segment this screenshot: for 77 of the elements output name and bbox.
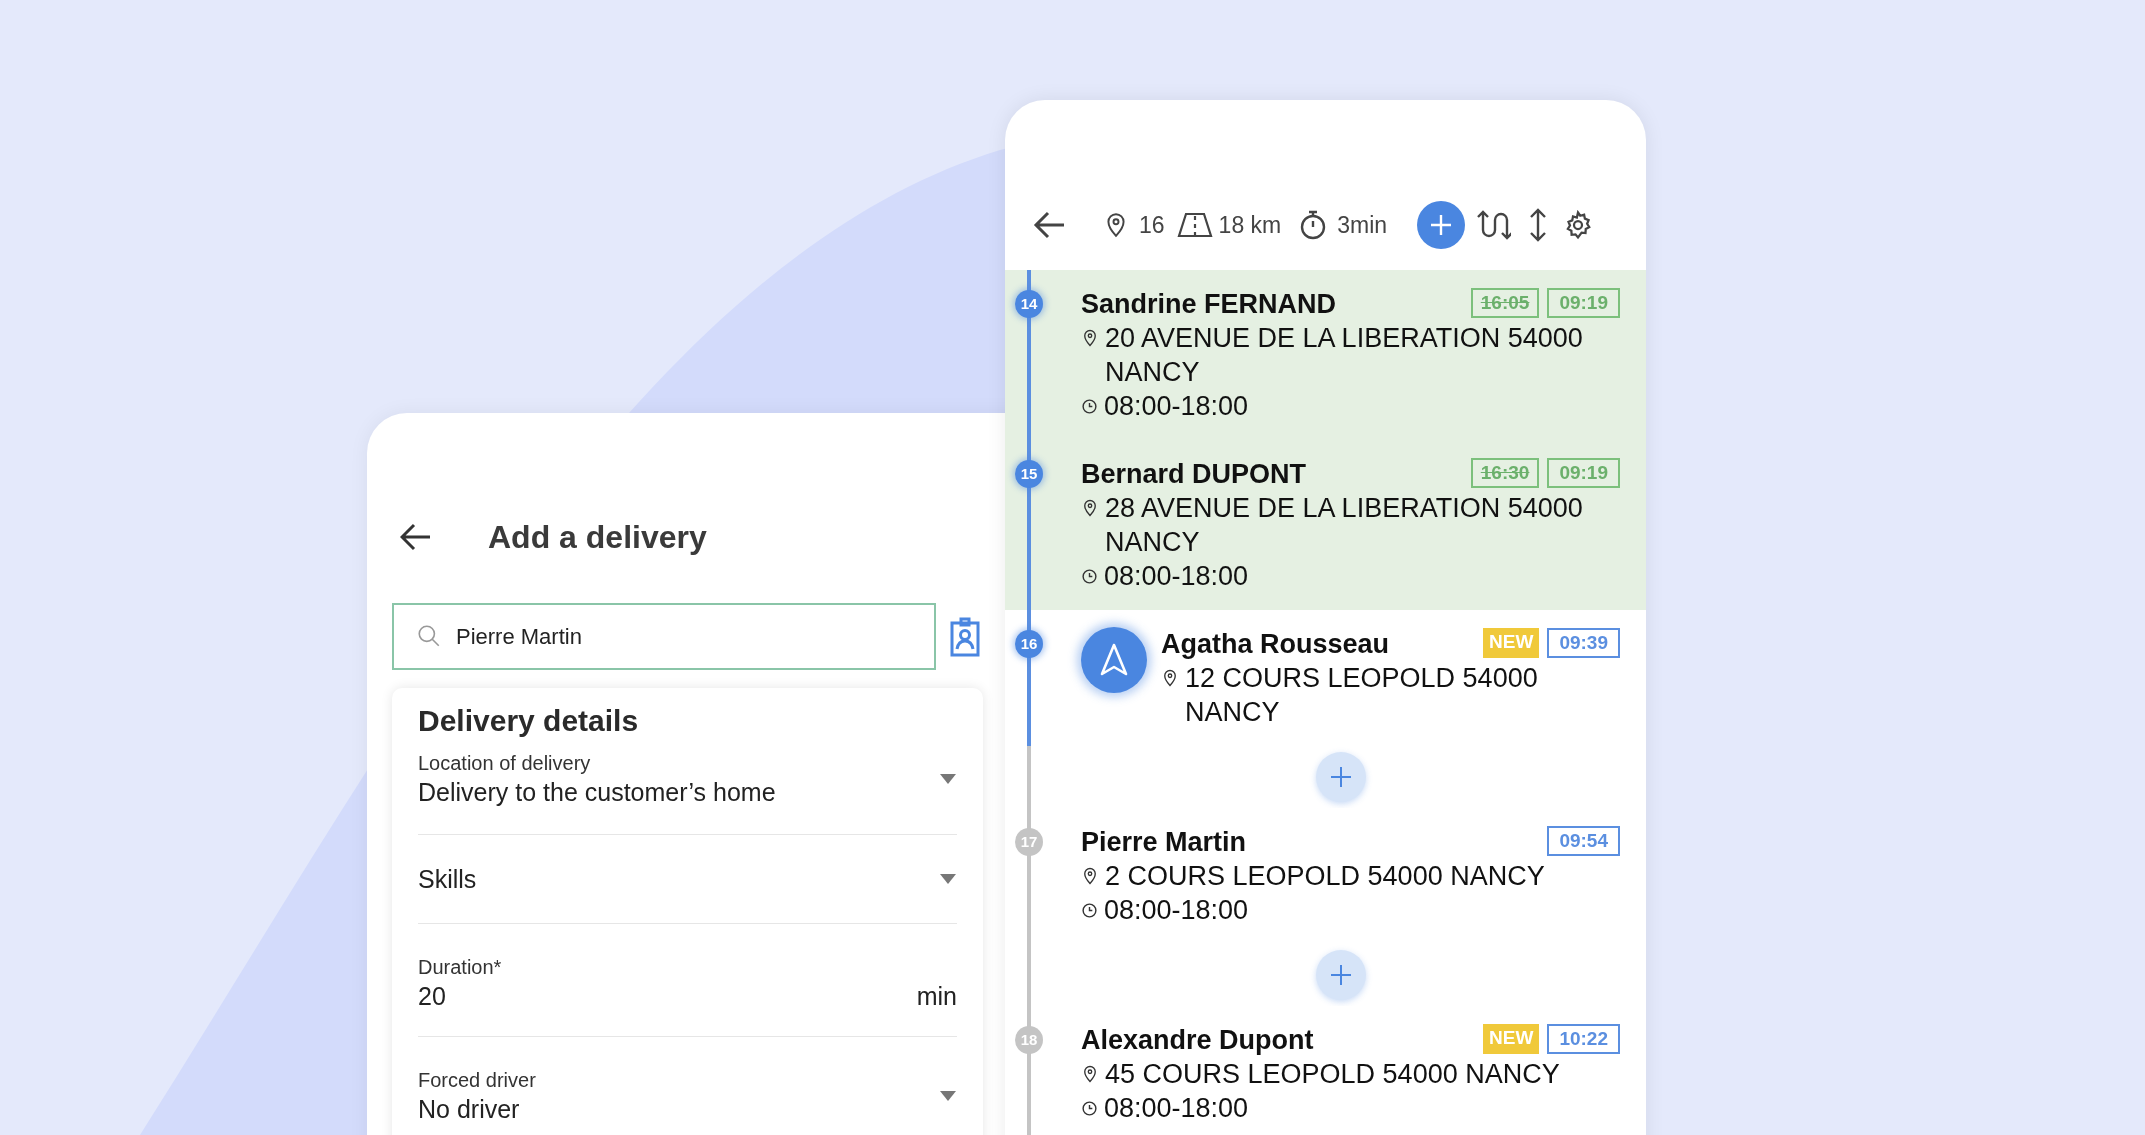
new-badge: NEW (1483, 628, 1540, 658)
road-icon (1176, 212, 1213, 238)
select-field[interactable]: Skills (418, 835, 957, 924)
customer-name: Sandrine FERNAND (1081, 288, 1337, 321)
add-button[interactable] (1417, 201, 1466, 249)
time-window: 08:00-18:00 (1104, 1091, 1249, 1125)
eta-tag: 09:19 (1547, 458, 1620, 488)
location-pin-icon (1081, 499, 1099, 517)
search-icon (416, 623, 442, 649)
original-time-tag: 16:30 (1470, 458, 1540, 488)
customer-name: Pierre Martin (1081, 826, 1247, 859)
field-label: Forced driver (418, 1068, 536, 1093)
address: 2 COURS LEOPOLD 54000 NANCY (1105, 860, 1545, 893)
stop-row[interactable]: 15 Bernard DUPONT 16:30 09:19 28 AVENUE DE LA LIBERATION 54000 NANCY 08:00-18:00 (1005, 440, 1646, 610)
field-value: Delivery to the customer’s home (418, 777, 776, 808)
swap-arrows-icon[interactable] (1475, 209, 1512, 241)
navigation-marker-icon (1081, 627, 1147, 693)
time-window: 08:00-18:00 (1104, 893, 1249, 927)
clock-icon (1081, 397, 1098, 415)
stop-row[interactable]: 14 Sandrine FERNAND 16:05 09:19 20 AVENUE DE LA LIBERATION 54000 NANCY 08:00-18:00 (1005, 270, 1646, 440)
stop-row[interactable]: 16 Agatha Rousseau NEW 09:39 12 COURS LEOPOLD 54000 NANCY (1005, 610, 1646, 746)
route-duration: 3min (1337, 210, 1388, 240)
field-value: No driver (418, 1094, 521, 1125)
eta-tag: 09:39 (1547, 628, 1620, 658)
caret-icon (939, 873, 957, 885)
time-window: 08:00-18:00 (1104, 559, 1249, 593)
field-value: 20 (418, 981, 446, 1012)
insert-stop-button[interactable] (1315, 752, 1366, 802)
address: 45 COURS LEOPOLD 54000 NANCY (1105, 1058, 1560, 1091)
stop-number: 18 (1015, 1026, 1043, 1054)
address: 28 AVENUE DE LA LIBERATION 54000 NANCY (1105, 492, 1584, 559)
stopwatch-icon (1299, 210, 1328, 240)
address: 20 AVENUE DE LA LIBERATION 54000 NANCY (1105, 322, 1584, 389)
new-badge: NEW (1483, 1024, 1540, 1054)
location-pin-icon (1081, 329, 1099, 347)
select-field[interactable]: Location of delivery Delivery to the customer’s home (418, 740, 957, 835)
location-pin-icon (1161, 669, 1179, 687)
location-pin-icon (1081, 867, 1099, 885)
customer-name: Agatha Rousseau (1161, 628, 1390, 661)
page-title: Add a delivery (488, 518, 707, 557)
stop-count: 16 (1139, 210, 1165, 240)
stop-number: 16 (1015, 630, 1043, 658)
route-distance: 18 km (1218, 210, 1282, 240)
caret-icon (939, 1090, 957, 1102)
stop-row[interactable]: 18 Alexandre Dupont NEW 10:22 45 COURS LEOPOLD 54000 NANCY 08:00-18:00 (1005, 1006, 1646, 1135)
eta-tag: 09:54 (1547, 826, 1620, 856)
time-window: 08:00-18:00 (1104, 389, 1249, 423)
clock-icon (1081, 567, 1098, 585)
back-arrow-icon[interactable] (400, 523, 432, 551)
original-time-tag: 16:05 (1470, 288, 1540, 318)
plus-icon (1429, 213, 1454, 237)
location-pin-icon (1081, 1065, 1099, 1083)
insert-stop-button[interactable] (1315, 950, 1366, 1000)
clock-icon (1081, 1099, 1098, 1117)
search-field[interactable]: Pierre Martin (392, 603, 936, 670)
plus-icon (1329, 964, 1352, 986)
contact-card-icon[interactable] (950, 616, 980, 657)
duration-field[interactable]: Duration* 20 min (418, 924, 957, 1037)
section-title: Delivery details (418, 703, 640, 739)
unit-label: min (916, 981, 957, 1012)
back-arrow-icon[interactable] (1033, 211, 1067, 239)
plus-icon (1329, 766, 1352, 788)
field-value: Skills (418, 864, 477, 895)
stop-number: 14 (1015, 290, 1043, 318)
customer-name: Alexandre Dupont (1081, 1024, 1314, 1057)
caret-icon (939, 773, 957, 785)
select-field[interactable]: Forced driver No driver (418, 1037, 957, 1135)
stop-row[interactable]: 17 Pierre Martin 09:54 2 COURS LEOPOLD 54000 NANCY 08:00-18:00 (1005, 808, 1646, 944)
clock-icon (1081, 901, 1098, 919)
field-label: Location of delivery (418, 751, 592, 776)
field-label: Duration* (418, 955, 503, 980)
stop-number: 17 (1015, 828, 1043, 856)
customer-name: Bernard DUPONT (1081, 458, 1307, 491)
stop-number: 15 (1015, 460, 1043, 488)
eta-tag: 09:19 (1547, 288, 1620, 318)
address: 12 COURS LEOPOLD 54000 NANCY (1185, 662, 1539, 729)
eta-tag: 10:22 (1547, 1024, 1620, 1054)
